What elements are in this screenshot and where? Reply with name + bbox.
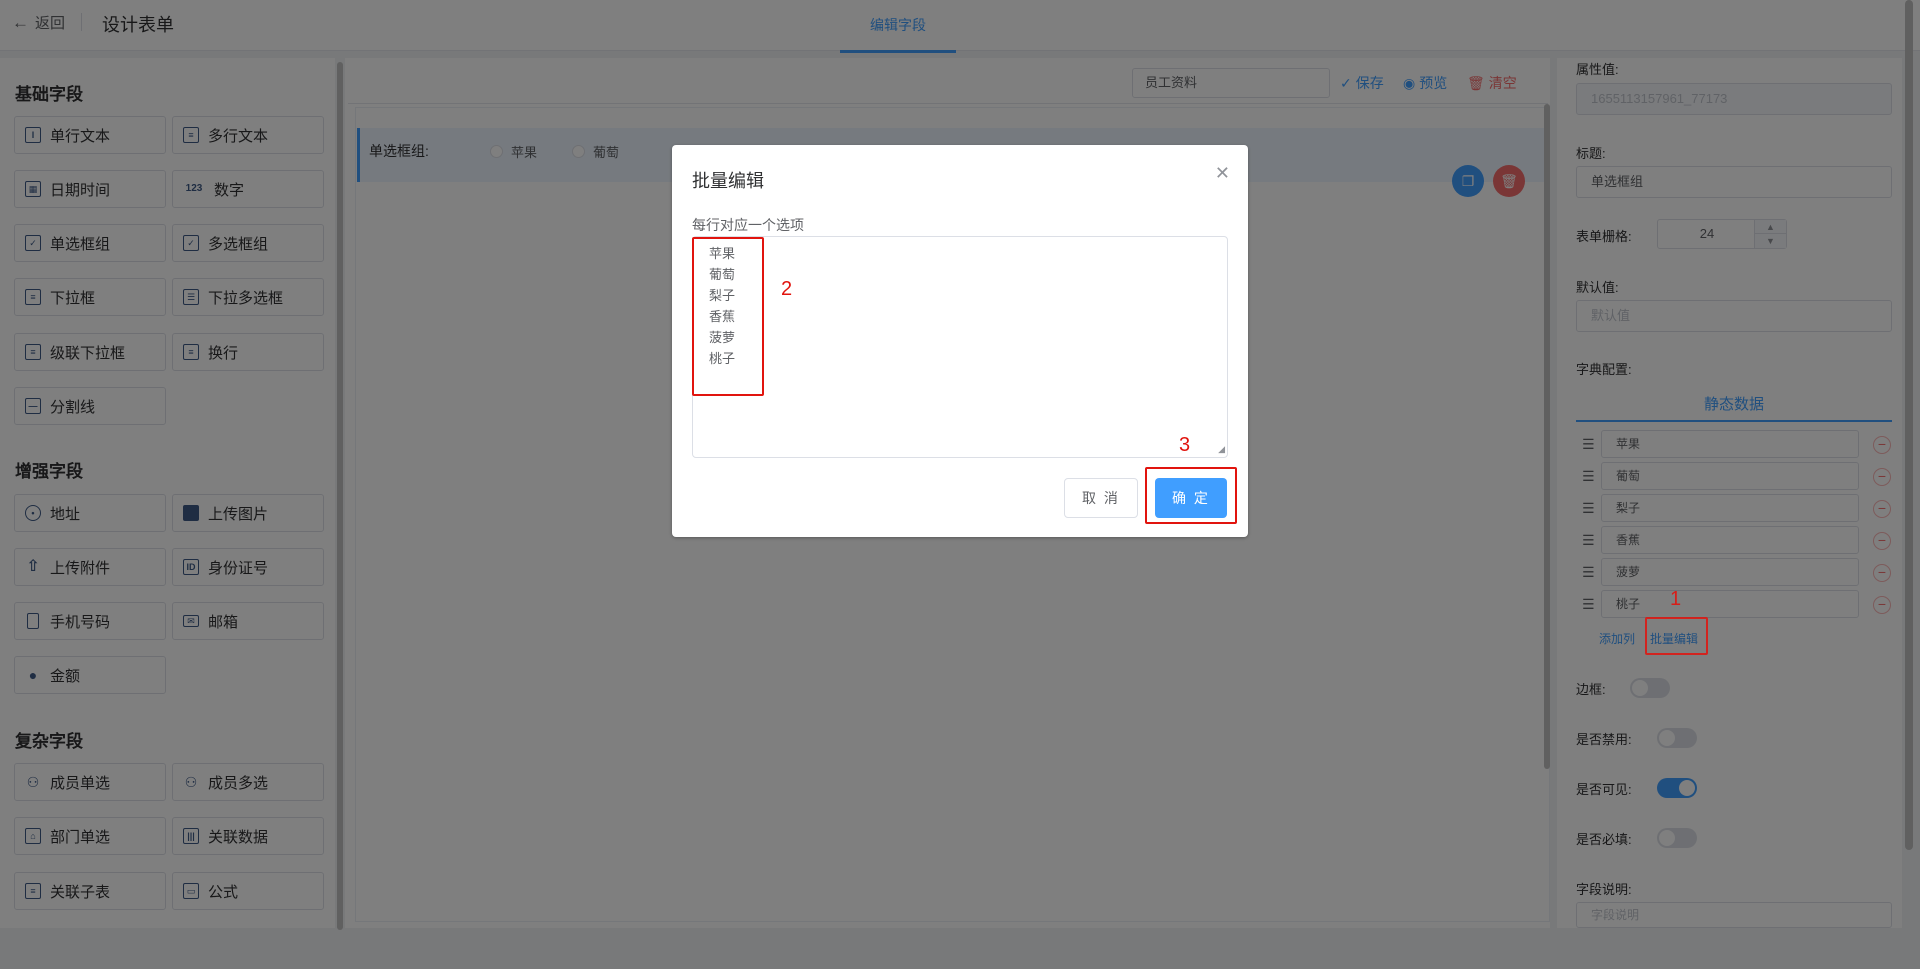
annotation-box-3 [1145,467,1237,524]
close-icon[interactable]: ✕ [1215,163,1230,184]
annotation-number-2: 2 [781,278,793,300]
options-textarea[interactable]: 苹果 葡萄 梨子 香蕉 菠萝 桃子 ◢ [692,236,1228,458]
annotation-number-3: 3 [1179,434,1191,456]
annotation-number-1: 1 [1670,588,1682,610]
annotation-box-1 [1645,617,1708,655]
cancel-button[interactable]: 取 消 [1064,478,1138,518]
annotation-box-2 [692,237,764,396]
resize-handle-icon[interactable]: ◢ [1218,444,1225,455]
dialog-title: 批量编辑 [692,171,764,191]
dialog-hint: 每行对应一个选项 [692,217,804,233]
